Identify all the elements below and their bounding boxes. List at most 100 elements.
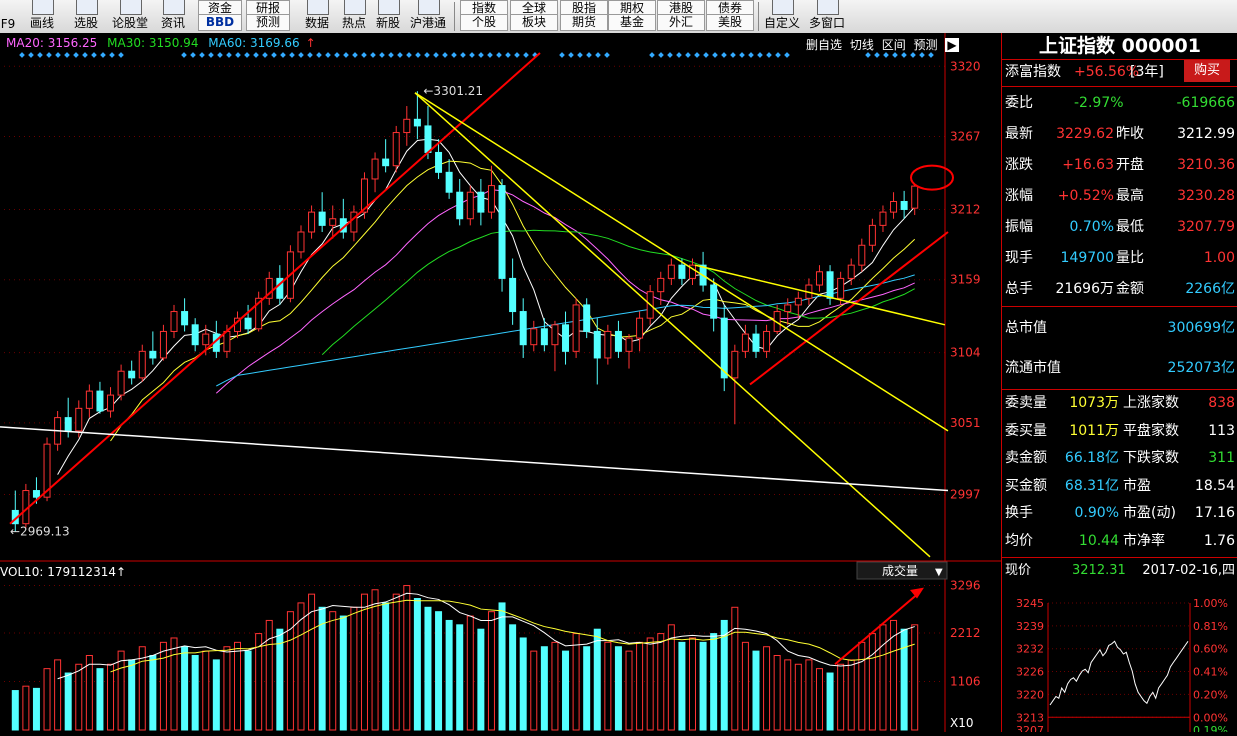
quote-value: +0.52% (1057, 188, 1114, 204)
volume-bar (678, 641, 686, 731)
high-label: ←3301.21 (423, 84, 483, 98)
pencil-icon (32, 0, 54, 15)
window-icon (817, 0, 839, 15)
signal-diamond (478, 52, 484, 58)
candle-body (540, 328, 548, 346)
tab-tangent[interactable]: 切线 (850, 38, 874, 52)
futures-button[interactable]: 期货 (560, 14, 608, 31)
kline-svg[interactable]: 3320 3267 3212 3159 3104 3051 2997 ←3301.21 ←296… (0, 33, 1001, 732)
candle-body (562, 324, 570, 352)
signal-diamond (667, 52, 673, 58)
candle-body (424, 125, 432, 153)
forecast-button[interactable]: 预测 (246, 14, 290, 31)
volume-tick: 1106 (950, 675, 981, 689)
hot-icon (344, 0, 366, 15)
volume-bar (360, 593, 368, 731)
volume-bar (107, 663, 115, 731)
volume-bar (593, 628, 601, 731)
candle-body (519, 311, 527, 346)
candle-body (329, 218, 337, 226)
volume-bar (318, 606, 326, 731)
volume-bar (350, 606, 358, 731)
signal-diamond (775, 52, 781, 58)
divider (1002, 306, 1237, 307)
mini-pct-tick: 0.00% (1193, 711, 1228, 724)
bbd-button[interactable]: BBD (198, 14, 242, 31)
candle-body (244, 317, 252, 330)
volume-bar (805, 659, 813, 731)
volume-bar (710, 633, 718, 731)
chart-tabs: 删自选 切线 区间 预测 ▶ (806, 36, 963, 53)
stocks-button[interactable]: 个股 (460, 14, 508, 31)
us-stocks-button[interactable]: 美股 (706, 14, 754, 31)
mini-pct-tick: 0.81% (1193, 620, 1228, 633)
price-tick: 3212 (950, 202, 981, 216)
signal-diamond (883, 52, 889, 58)
sectors-button[interactable]: 板块 (510, 14, 558, 31)
volume-tick: 2212 (950, 626, 981, 640)
candle-body (75, 407, 83, 432)
quote-row: 总手 21696万 金额 2266亿 (1002, 277, 1237, 301)
signal-diamond (424, 52, 430, 58)
candle-body (382, 158, 390, 167)
quote-row: 最新 3229.62 昨收 3212.99 (1002, 122, 1237, 146)
candle-body (32, 490, 40, 498)
expand-arrow-icon[interactable]: ▶ (945, 38, 959, 52)
candle-body (837, 277, 845, 299)
multi-window-button[interactable]: 多窗口 (806, 0, 848, 33)
volume-bar (636, 641, 644, 731)
candle-body (128, 370, 136, 379)
signal-diamond (343, 52, 349, 58)
signal-diamond (82, 52, 88, 58)
mini-pct-tick: 0.20% (1193, 688, 1228, 701)
candle-body (403, 118, 411, 134)
customize-button[interactable]: 自定义 (762, 0, 802, 33)
data-button[interactable]: 数据 (300, 0, 334, 33)
volume-bar (128, 659, 136, 731)
volume-bar (551, 641, 559, 731)
mini-pct-tick: 0.41% (1193, 666, 1228, 679)
new-stock-button[interactable]: 新股 (372, 0, 404, 33)
volume-bar (117, 650, 125, 731)
buy-button[interactable]: 购买 (1184, 60, 1230, 82)
signal-diamond (334, 52, 340, 58)
candle-body (308, 211, 316, 233)
tab-remove-watchlist[interactable]: 删自选 (806, 38, 842, 52)
volume-bar (911, 624, 919, 731)
news-button[interactable]: 资讯 (154, 0, 192, 33)
funds-button[interactable]: 基金 (608, 14, 656, 31)
tab-forecast[interactable]: 预测 (914, 38, 938, 52)
intraday-mini-chart[interactable]: 3245 3239 3232 3226 3220 3213 1.00% 0.81% 0.60% 0… (1002, 593, 1237, 732)
signal-diamond (280, 52, 286, 58)
forex-button[interactable]: 外汇 (657, 14, 705, 31)
signal-diamond (523, 52, 529, 58)
candle-body (752, 333, 760, 352)
volume-bar (614, 646, 622, 731)
candle-body (223, 330, 231, 352)
hk-connect-button[interactable]: 沪港通 (406, 0, 450, 33)
filter-icon (76, 0, 98, 15)
volume-bar (794, 663, 802, 731)
float-mv-value: 252073亿 (1167, 360, 1235, 376)
stat-value: 1073万 (1069, 395, 1119, 411)
stock-picker-button[interactable]: 选股 (66, 0, 106, 33)
volume-bar (308, 593, 316, 731)
tab-range[interactable]: 区间 (882, 38, 906, 52)
quote-value: 0.70% (1069, 219, 1114, 235)
hotspot-button[interactable]: 热点 (338, 0, 370, 33)
draw-line-button[interactable]: 画线 (22, 0, 62, 33)
volume-selector-label: 成交量 (882, 563, 918, 578)
toolbar-f9[interactable]: F9 (0, 0, 16, 33)
stat-value: 68.31亿 (1064, 477, 1119, 494)
stat-label: 市净率 (1123, 532, 1165, 549)
stat-label: 市盈(动) (1123, 505, 1176, 521)
signal-diamond (55, 52, 61, 58)
kline-chart-area[interactable]: 3320 3267 3212 3159 3104 3051 2997 ←3301.21 ←296… (0, 33, 1001, 732)
candle-body (604, 330, 612, 359)
signal-diamond (577, 52, 583, 58)
candle-body (657, 277, 665, 293)
volume-bar (477, 628, 485, 731)
forum-button[interactable]: 论股堂 (108, 0, 152, 33)
volume-bar (32, 687, 40, 731)
signal-diamond (19, 52, 25, 58)
